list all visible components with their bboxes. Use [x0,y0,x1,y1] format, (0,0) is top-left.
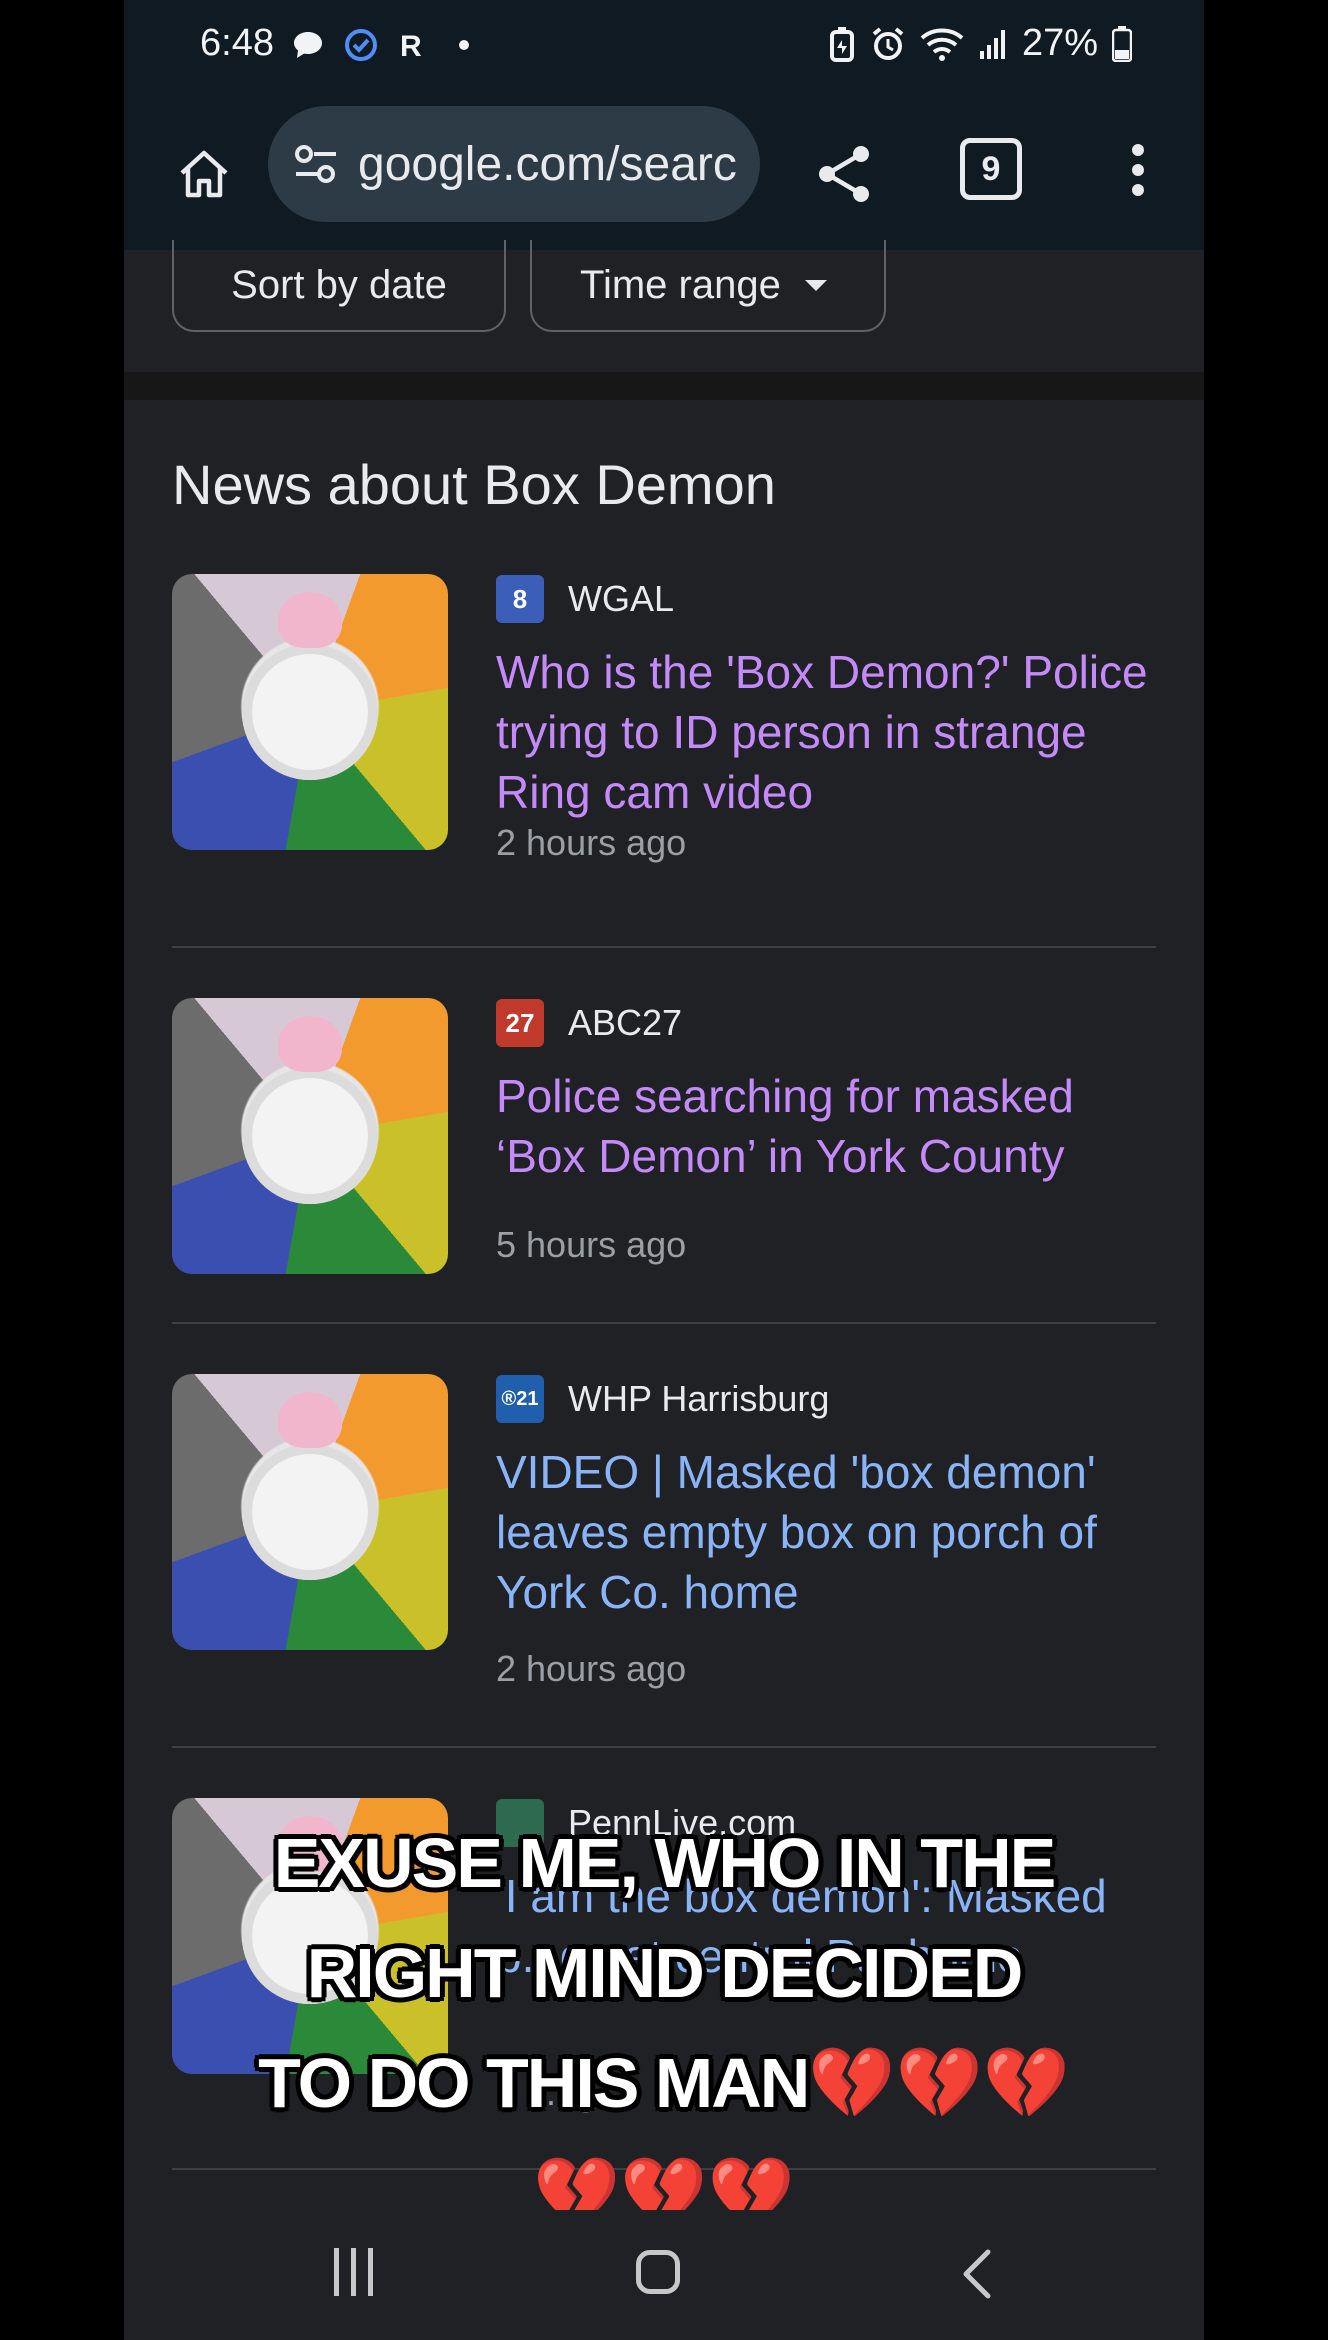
check-badge-icon [345,29,377,61]
status-system-icons: 27% [828,22,1132,65]
article-source: 27 ABC27 [496,998,682,1048]
broken-heart-icon: 💔💔💔 [808,2044,1070,2122]
dropdown-caret-icon [804,279,827,291]
time-range-label: Time range [580,262,781,307]
sort-by-date-chip[interactable]: Sort by date [172,240,506,332]
phone-screen: 6:48 R 27% google.com/searc 9 Sort by da… [124,0,1204,2340]
recent-apps-icon [334,2248,339,2296]
section-separator [124,372,1204,400]
source-name: WHP Harrisburg [568,1378,830,1419]
system-nav-bar [124,2210,1204,2340]
r-app-icon: R [400,30,422,60]
svg-text:R: R [400,30,422,60]
menu-dot-icon [1132,144,1144,156]
bow-image [278,1392,342,1448]
article-time: 2 hours ago [496,1648,687,1689]
more-menu-button[interactable] [1126,136,1150,216]
sort-by-date-label: Sort by date [231,262,447,307]
tab-switcher-button[interactable]: 9 [960,138,1022,200]
home-icon [180,150,228,198]
article-thumbnail[interactable] [172,574,448,850]
status-notification-icons: R [292,28,474,62]
menu-dot-icon [1132,164,1144,176]
dot-icon [459,40,469,50]
source-name: ABC27 [568,1002,683,1043]
bow-image [278,592,342,648]
search-filters: Sort by date Time range [124,240,1204,390]
article-time: 2 hours ago [496,822,687,863]
divider [172,1746,1156,1748]
alarm-icon [872,26,904,60]
article-time: 5 hours ago [496,1224,687,1265]
share-icon [819,146,869,202]
status-bar: 6:48 R 27% [124,0,1204,100]
browser-toolbar: google.com/searc 9 [124,100,1204,252]
caption-line-with-hearts: TO DO THIS MAN💔💔💔 [124,2028,1204,2138]
home-button[interactable] [164,134,244,214]
recent-apps-button[interactable] [334,2248,373,2296]
source-name: WGAL [568,578,675,619]
time-range-chip[interactable]: Time range [530,240,886,332]
battery-icon [1112,25,1132,62]
news-article[interactable]: ®21 WHP Harrisburg VIDEO | Masked 'box d… [172,1374,1156,1798]
article-thumbnail[interactable] [172,998,448,1274]
mask-face-image [242,1444,378,1580]
chat-bubble-icon [294,32,322,58]
mask-face-image [242,644,378,780]
wifi-icon [920,28,964,61]
overlay-caption: EXUSE ME, WHO IN THE RIGHT MIND DECIDED … [124,1808,1204,2248]
news-article[interactable]: 27 ABC27 Police searching for masked ‘Bo… [172,998,1156,1422]
back-icon[interactable] [950,2244,1010,2304]
source-logo-icon: 8 [496,575,544,623]
source-logo-icon: 27 [496,999,544,1047]
home-nav-button[interactable] [636,2250,680,2294]
site-settings-button[interactable] [288,136,344,192]
article-source: 8 WGAL [496,574,674,624]
signal-icon [979,29,1005,59]
article-title-link[interactable]: VIDEO | Masked 'box demon' leaves empty … [496,1442,1156,1622]
caption-line: EXUSE ME, WHO IN THE [273,1824,1057,1902]
battery-saver-icon [829,26,854,62]
mask-face-image [242,1068,378,1204]
status-time: 6:48 [200,22,274,64]
news-article[interactable]: 8 WGAL Who is the 'Box Demon?' Police tr… [172,574,1156,998]
caption-line: RIGHT MIND DECIDED [306,1934,1024,2012]
news-heading: News about Box Demon [172,453,776,516]
article-title-link[interactable]: Who is the 'Box Demon?' Police trying to… [496,642,1156,822]
url-text: google.com/searc [358,137,737,191]
recent-apps-icon [351,2248,356,2296]
article-thumbnail[interactable] [172,1374,448,1650]
battery-percent: 27% [1021,22,1098,64]
source-logo-icon: ®21 [496,1375,544,1423]
article-source: ®21 WHP Harrisburg [496,1374,829,1424]
caption-text: TO DO THIS MAN [258,2044,810,2122]
divider [172,946,1156,948]
bow-image [278,1016,342,1072]
url-bar[interactable]: google.com/searc [268,106,760,222]
recent-apps-icon [368,2248,373,2296]
divider [172,1322,1156,1324]
article-title-link[interactable]: Police searching for masked ‘Box Demon’ … [496,1066,1156,1186]
share-button[interactable] [804,134,884,214]
menu-dot-icon [1132,184,1144,196]
tune-icon [295,145,336,183]
